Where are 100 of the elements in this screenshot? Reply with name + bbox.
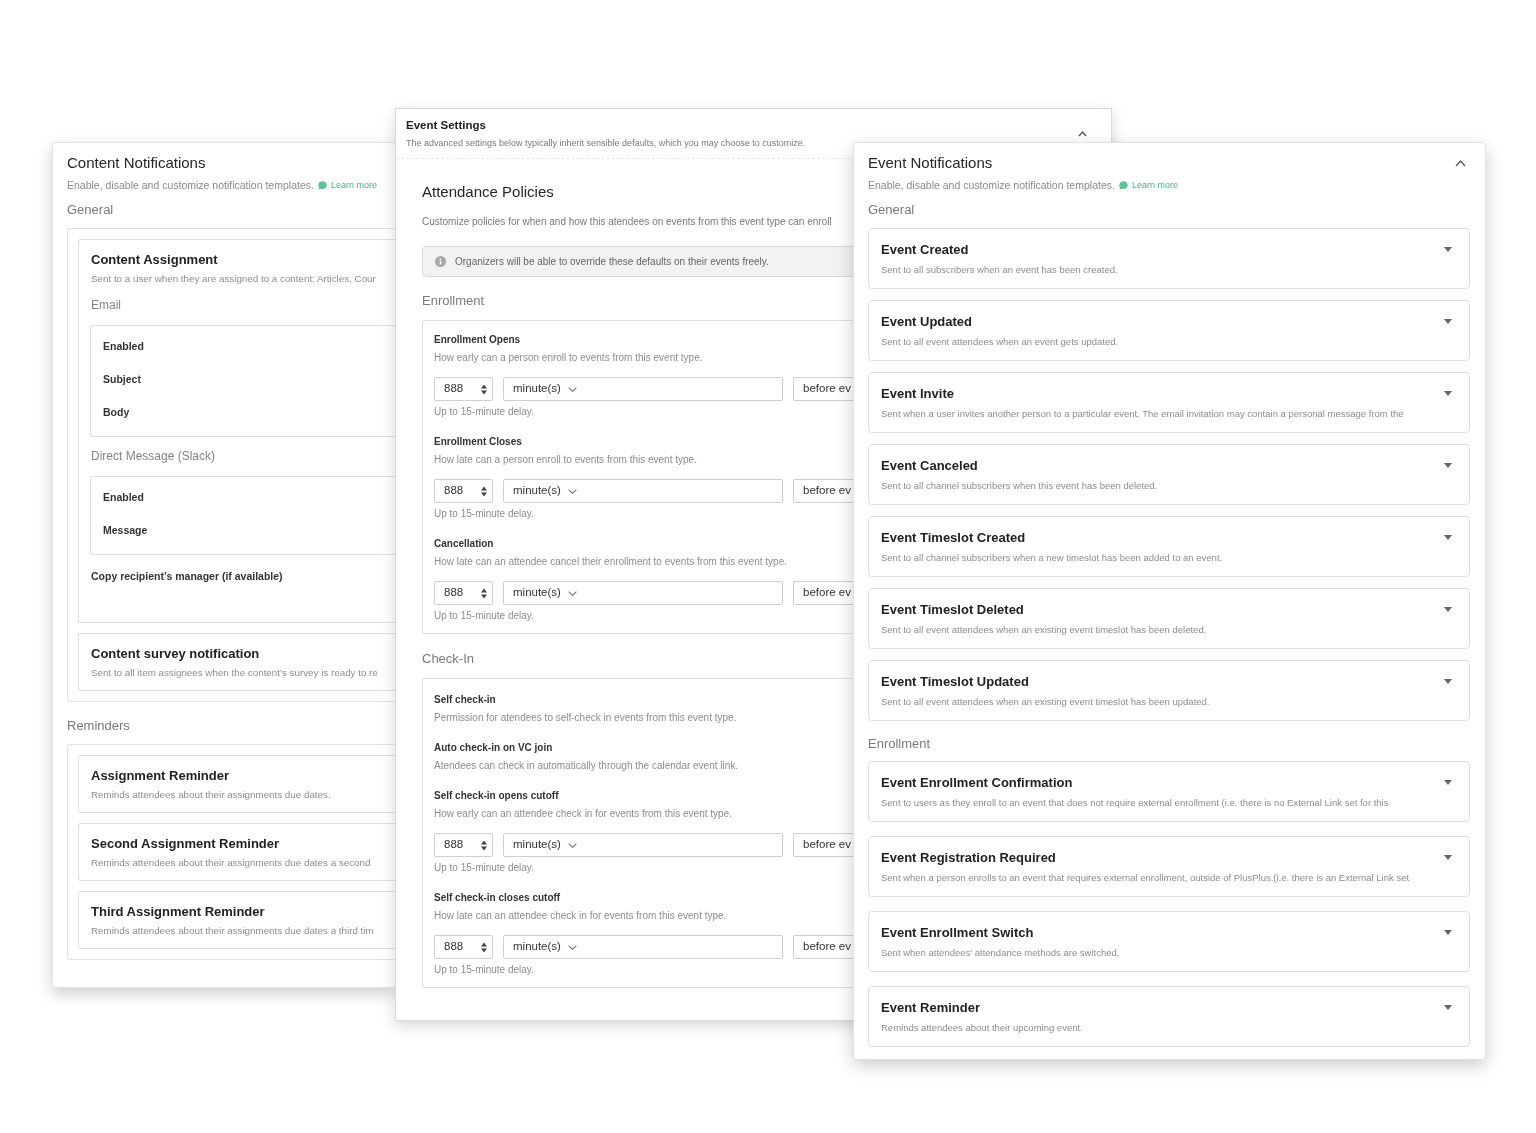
up-down-arrows-icon[interactable]: [481, 383, 487, 395]
notification-card[interactable]: Event Created Sent to all subscribers when an event has been created.: [868, 228, 1470, 289]
field-label: Enabled: [103, 339, 145, 353]
panel-title: Event Notifications: [868, 153, 993, 173]
notification-description: Sent to all subscribers when an event has been created.: [881, 263, 1119, 277]
notification-description: Sent to all event attendees when an existing event timeslot has been updated.: [881, 695, 1211, 709]
notification-description: Sent to users as they enroll to an event that does not require external enrollment (i.e. there is no External Link set for this: [881, 796, 1390, 810]
setting-description: How late can an attendee cancel their enrollment to events from this event type.: [434, 555, 788, 568]
caret-down-icon[interactable]: [1444, 391, 1452, 396]
caret-down-icon[interactable]: [1444, 930, 1452, 935]
notification-description: Sent to all channel subscribers when this event has been deleted.: [881, 479, 1159, 493]
chevron-up-icon[interactable]: [1078, 130, 1087, 137]
section-heading: Reminders: [67, 717, 131, 735]
section-heading: General: [67, 201, 115, 219]
speech-bubble-icon: [317, 180, 327, 190]
notification-card[interactable]: Event Reminder Reminds attendees about their upcoming event.: [868, 986, 1470, 1047]
notification-description: Sent when a person enrolls to an event that requires external enrollment, outside of PlusPlus.(i.e. there is an External Link set: [881, 871, 1411, 885]
up-down-arrows-icon[interactable]: [481, 839, 487, 851]
channel-heading: Email: [91, 297, 122, 313]
number-field[interactable]: 888: [434, 377, 493, 401]
chevron-down-icon: [567, 944, 577, 950]
unit-dropdown[interactable]: minute(s): [503, 935, 783, 959]
info-icon: [435, 256, 446, 267]
notification-title: Content Assignment: [91, 251, 219, 268]
hint-text: Up to 15-minute delay.: [434, 609, 535, 622]
setting-description: How early can a person enroll to events from this event type.: [434, 351, 704, 364]
notification-card[interactable]: Event Updated Sent to all event attendees when an event gets updated.: [868, 300, 1470, 361]
hint-text: Up to 15-minute delay.: [434, 963, 535, 976]
setting-label: Enrollment Opens: [434, 333, 522, 346]
caret-down-icon[interactable]: [1444, 247, 1452, 252]
setting-description: How late can a person enroll to events from this event type.: [434, 453, 698, 466]
chevron-up-icon[interactable]: [1455, 159, 1466, 167]
setting-label: Self check-in: [434, 693, 497, 706]
chevron-down-icon: [567, 842, 577, 848]
panel-subtitle: Enable, disable and customize notification templates.: [67, 178, 314, 192]
section-heading: General: [868, 201, 916, 219]
notification-description: Sent to all event attendees when an existing event timeslot has been deleted.: [881, 623, 1208, 637]
notification-title: Third Assignment Reminder: [91, 903, 266, 920]
field-label: Message: [103, 523, 149, 537]
group-heading: Enrollment: [422, 292, 486, 310]
number-field[interactable]: 888: [434, 833, 493, 857]
hint-text: Up to 15-minute delay.: [434, 405, 535, 418]
channel-heading: Direct Message (Slack): [91, 448, 217, 464]
panel-title: Content Notifications: [67, 153, 207, 173]
notification-card[interactable]: Event Timeslot Updated Sent to all event attendees when an existing event timeslot has been updated.: [868, 660, 1470, 721]
setting-description: Permission for atendees to self-check in events from this event type.: [434, 711, 738, 724]
unit-dropdown[interactable]: minute(s): [503, 581, 783, 605]
setting-label: Self check-in opens cutoff: [434, 789, 560, 802]
unit-dropdown[interactable]: minute(s): [503, 479, 783, 503]
caret-down-icon[interactable]: [1444, 1005, 1452, 1010]
caret-down-icon[interactable]: [1444, 535, 1452, 540]
notification-card[interactable]: Event Canceled Sent to all channel subscribers when this event has been deleted.: [868, 444, 1470, 505]
caret-down-icon[interactable]: [1444, 607, 1452, 612]
notification-card[interactable]: Event Registration Required Sent when a person enrolls to an event that requires external enrollment, outside of PlusPlus.(i.e. there is an External Link set: [868, 836, 1470, 897]
notification-description: Reminds attendees about their upcoming event.: [881, 1021, 1084, 1035]
notification-title: Assignment Reminder: [91, 767, 230, 784]
caret-down-icon[interactable]: [1444, 463, 1452, 468]
setting-label: Self check-in closes cutoff: [434, 891, 562, 904]
unit-dropdown[interactable]: minute(s): [503, 377, 783, 401]
group-heading: Check-In: [422, 650, 476, 668]
notification-description: Reminds attendees about their assignments due dates a third tim: [91, 924, 375, 938]
hint-text: Up to 15-minute delay.: [434, 861, 535, 874]
notification-card[interactable]: Event Enrollment Confirmation Sent to users as they enroll to an event that does not require external enrollment (i.e. there is no External Link set for this: [868, 761, 1470, 822]
up-down-arrows-icon[interactable]: [481, 941, 487, 953]
up-down-arrows-icon[interactable]: [481, 485, 487, 497]
caret-down-icon[interactable]: [1444, 679, 1452, 684]
number-field[interactable]: 888: [434, 935, 493, 959]
notification-title: Event Reminder: [881, 999, 980, 1016]
section-description: Customize policies for when and how this atendees on events from this event type can enroll: [422, 215, 833, 229]
section-heading: Enrollment: [868, 735, 932, 753]
notification-card[interactable]: Event Invite Sent when a user invites another person to a particular event. The email invitation may contain a personal message from the: [868, 372, 1470, 433]
notification-title: Event Timeslot Updated: [881, 673, 1029, 690]
notification-card[interactable]: Event Enrollment Switch Sent when attendees' attendance methods are switched.: [868, 911, 1470, 972]
notification-card[interactable]: Event Timeslot Deleted Sent to all event attendees when an existing event timeslot has been deleted.: [868, 588, 1470, 649]
number-field[interactable]: 888: [434, 479, 493, 503]
notification-card[interactable]: Second Assignment Reminder Reminds attendees about their assignments due dates a second: [78, 823, 396, 881]
setting-description: Atendees can check in automatically through the calendar event link.: [434, 759, 740, 772]
notification-card[interactable]: Third Assignment Reminder Reminds attendees about their assignments due dates a third tim: [78, 891, 396, 949]
number-field[interactable]: 888: [434, 581, 493, 605]
up-down-arrows-icon[interactable]: [481, 587, 487, 599]
panel-title: Event Settings: [406, 118, 487, 133]
unit-dropdown[interactable]: minute(s): [503, 833, 783, 857]
caret-down-icon[interactable]: [1444, 855, 1452, 860]
notification-description: Sent to a user when they are assigned to a content: Articles, Cour: [91, 272, 377, 286]
panel-subtitle: The advanced settings below typically inherit sensible defaults, which you may choose to customize.: [406, 137, 806, 149]
setting-label: Enrollment Closes: [434, 435, 523, 448]
notification-card[interactable]: Event Timeslot Created Sent to all channel subscribers when a new timeslot has been added to an event.: [868, 516, 1470, 577]
chevron-down-icon: [567, 590, 577, 596]
panel-subtitle: Enable, disable and customize notification templates.: [868, 178, 1115, 192]
field-label: Enabled: [103, 490, 145, 504]
caret-down-icon[interactable]: [1444, 780, 1452, 785]
caret-down-icon[interactable]: [1444, 319, 1452, 324]
notification-title: Second Assignment Reminder: [91, 835, 281, 852]
notification-card[interactable]: Content survey notification Sent to all item assignees when the content’s survey is ready to re: [78, 633, 396, 691]
notification-description: Sent when attendees' attendance methods are switched.: [881, 946, 1121, 960]
notification-title: Event Registration Required: [881, 849, 1056, 866]
notification-title: Event Enrollment Switch: [881, 924, 1034, 941]
notification-card[interactable]: Assignment Reminder Reminds attendees about their assignments due dates.: [78, 755, 396, 813]
setting-description: How late can an attendee check in for events from this event type.: [434, 909, 728, 922]
speech-bubble-icon: [1118, 180, 1128, 190]
